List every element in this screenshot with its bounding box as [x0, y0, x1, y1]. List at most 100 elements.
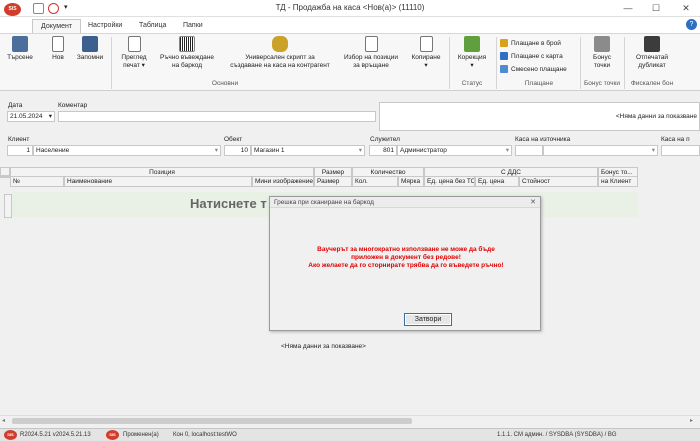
status-connection: Кон 0, localhost:testWO	[173, 432, 237, 438]
chevron-down-icon: ▾	[505, 147, 509, 154]
comment-field[interactable]	[58, 111, 376, 122]
window-title: ТД - Продажба на каса <Нов(а)> (11110)	[275, 3, 425, 12]
status-changed: Променен(а)	[123, 432, 159, 438]
maximize-button[interactable]: ☐	[646, 2, 666, 15]
ribbon-separator	[496, 37, 497, 89]
copy-label-2: ▾	[424, 62, 428, 69]
ribbon-separator	[449, 37, 450, 89]
tab-table[interactable]: Таблица	[131, 19, 174, 33]
pay-mixed-button[interactable]: Смесено плащане	[500, 64, 567, 75]
employee-code-field[interactable]: 801	[369, 145, 397, 156]
group-label-main: Основни	[211, 80, 239, 87]
dialog-message-line: Ваучерът за многократно използване не мо…	[317, 246, 495, 253]
correction-label-2: ▾	[470, 62, 474, 69]
minimize-button[interactable]: —	[618, 2, 638, 15]
cash-code-field[interactable]	[661, 145, 700, 156]
fiscal-printer-icon	[644, 36, 660, 52]
universal-script-button[interactable]: Универсален скрипт за създаване на каса …	[222, 36, 338, 70]
bonus-points-button[interactable]: Бонус точки	[583, 36, 621, 70]
save-label: Запомни	[76, 54, 104, 61]
print-preview-icon	[127, 36, 141, 52]
save-button[interactable]: Запомни	[73, 36, 107, 62]
correction-button[interactable]: Корекция ▾	[452, 36, 492, 70]
dialog-close-icon[interactable]: ✕	[530, 197, 536, 208]
ribbon: Търсене Нов Запомни Преглед печат ▾ Ръчн…	[0, 33, 700, 91]
ribbon-tabs: Документ Настройки Таблица Папки ?	[0, 17, 700, 33]
column-unit[interactable]: Мярка	[398, 176, 424, 187]
scroll-left-icon[interactable]: ◂	[2, 417, 5, 424]
column-unit-price-no-discount[interactable]: Ед. цена без ТО	[424, 176, 475, 187]
credit-card-icon	[500, 52, 508, 61]
dialog-title: Грешка при сканиране на баркод ✕	[270, 197, 540, 208]
object-label: Обект	[224, 136, 243, 143]
client-name-value: Население	[36, 147, 70, 154]
bonus-card-icon	[594, 36, 610, 52]
scan-prompt-text: Натиснете т	[190, 196, 267, 211]
object-name-field[interactable]: Магазин 1 ▾	[251, 145, 365, 156]
copy-label: Копиране	[411, 54, 441, 61]
grid-corner	[0, 167, 10, 176]
scroll-right-icon[interactable]: ▸	[690, 417, 693, 424]
floppy-disk-icon	[82, 36, 98, 52]
group-label-fiscal: Фискален бон	[630, 80, 674, 87]
source-cash-name-field[interactable]: ▾	[543, 145, 658, 156]
tab-settings[interactable]: Настройки	[80, 19, 130, 33]
help-icon[interactable]: ?	[686, 19, 697, 30]
new-button[interactable]: Нов	[47, 36, 69, 62]
client-code-field[interactable]: 1	[7, 145, 33, 156]
dialog-message-line: Ако желаете да го сторнирате трябва да г…	[308, 262, 504, 269]
status-logo-icon: SIS	[4, 430, 17, 440]
script-gears-icon	[272, 36, 288, 52]
column-name[interactable]: Наименование	[64, 176, 252, 187]
column-unit-price[interactable]: Ед. цена	[475, 176, 519, 187]
pay-card-label: Плащане с карта	[511, 53, 563, 60]
pick-return-label-2: за връщане	[353, 62, 389, 69]
chevron-down-icon: ▾	[358, 147, 362, 154]
print-duplicate-button[interactable]: Отпечатай дубликат	[627, 36, 677, 70]
column-number[interactable]: №	[10, 176, 64, 187]
employee-label: Служител	[370, 136, 400, 143]
preview-panel: <Няма данни за показване	[379, 102, 700, 131]
date-value: 21.05.2024	[10, 113, 43, 120]
barcode-icon	[179, 36, 195, 52]
copy-button[interactable]: Копиране ▾	[406, 36, 446, 70]
dialog-close-button[interactable]: Затвори	[404, 313, 452, 326]
manual-barcode-button[interactable]: Ръчно въвеждане на баркод	[155, 36, 219, 70]
cash-label: Каса на п	[661, 136, 690, 143]
column-total[interactable]: Стойност	[519, 176, 598, 187]
scrollbar-thumb[interactable]	[12, 418, 412, 424]
ribbon-separator	[111, 37, 112, 89]
search-button[interactable]: Търсене	[5, 36, 35, 62]
tab-folders[interactable]: Папки	[175, 19, 211, 33]
correction-label: Корекция	[457, 54, 487, 61]
date-label: Дата	[8, 102, 23, 109]
nodata-right-text: <Няма данни за показване	[615, 113, 697, 120]
source-cash-label: Каса на източника	[515, 136, 571, 143]
pick-return-items-button[interactable]: Избор на позиции за връщане	[339, 36, 403, 70]
source-cash-code-field[interactable]	[515, 145, 543, 156]
employee-name-field[interactable]: Администратор ▾	[397, 145, 512, 156]
column-size[interactable]: Размер	[314, 176, 352, 187]
chevron-down-icon: ▾	[48, 113, 52, 120]
object-name-value: Магазин 1	[254, 147, 285, 154]
close-button[interactable]: ✕	[676, 2, 696, 15]
tab-document[interactable]: Документ	[32, 19, 82, 33]
status-user: 1.1.1. СМ админ. / SYSDBA (SYSDBA) / BG	[497, 432, 617, 438]
pay-cash-button[interactable]: Плащане в брой	[500, 38, 561, 49]
bonus-points-label: Бонус	[593, 54, 611, 61]
print-preview-button[interactable]: Преглед печат ▾	[117, 36, 151, 70]
coins-icon	[500, 39, 508, 48]
date-field[interactable]: 21.05.2024 ▾	[7, 111, 55, 122]
horizontal-scrollbar[interactable]: ◂ ▸	[0, 415, 700, 426]
object-code-field[interactable]: 10	[224, 145, 251, 156]
column-bonus-client[interactable]: на Клиент	[598, 176, 638, 187]
universal-script-label-2: създаване на каса на контрагент	[230, 62, 330, 69]
column-thumbnail[interactable]: Мини изображение	[252, 176, 314, 187]
client-name-field[interactable]: Население ▾	[33, 145, 221, 156]
new-document-icon	[52, 36, 64, 52]
dialog-title-text: Грешка при сканиране на баркод	[274, 199, 374, 206]
title-bar: SIS ▾ ТД - Продажба на каса <Нов(а)> (11…	[0, 0, 700, 17]
pay-card-button[interactable]: Плащане с карта	[500, 51, 563, 62]
dialog-message: Ваучерът за многократно използване не мо…	[276, 246, 536, 270]
column-qty[interactable]: Кол.	[352, 176, 398, 187]
